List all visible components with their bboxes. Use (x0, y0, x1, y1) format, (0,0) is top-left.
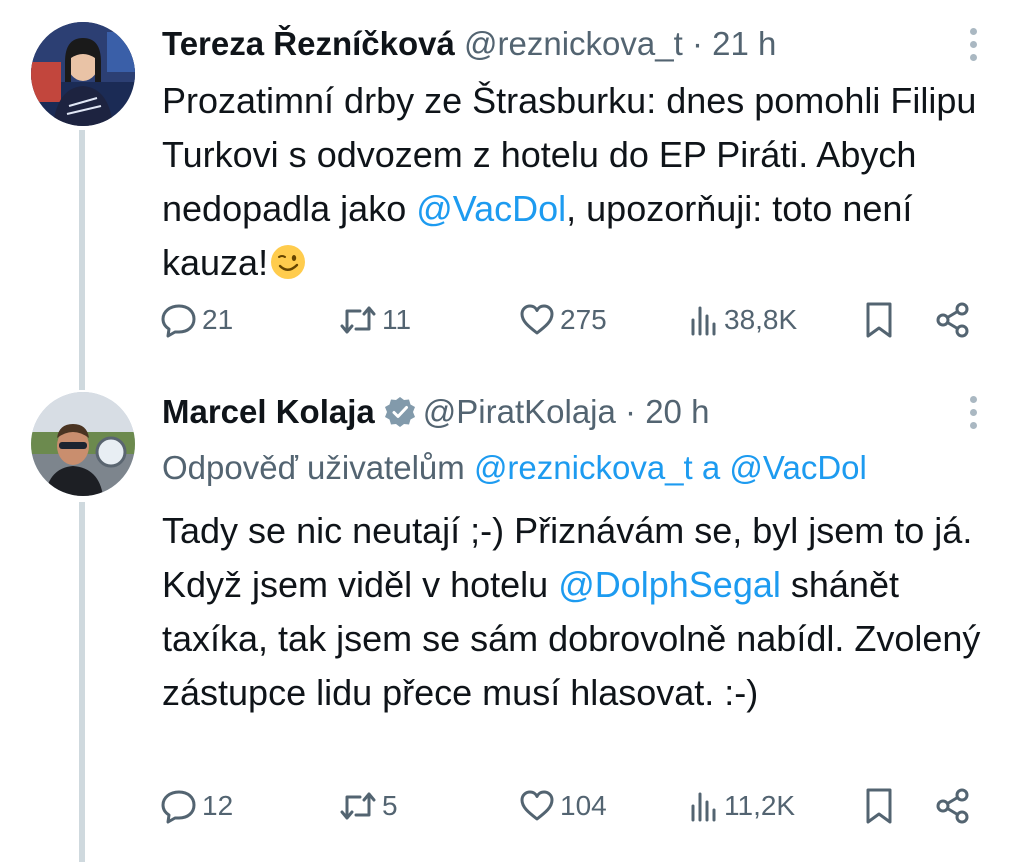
replying-and: a (692, 449, 730, 486)
reply-icon (161, 304, 196, 338)
reply-icon (161, 790, 196, 824)
tweet-text: Tady se nic neutají ;-) Přiznávám se, by… (162, 504, 992, 720)
reply-count: 12 (202, 790, 234, 821)
repost-icon (340, 792, 376, 820)
share-icon (936, 788, 969, 824)
views-count: 11,2K (724, 790, 796, 821)
repost-count: 5 (382, 790, 398, 821)
thread-line (79, 130, 85, 390)
thread-line (79, 502, 85, 862)
views-button[interactable]: 11,2K (688, 786, 795, 826)
action-bar: 21 11 275 38,8K (160, 300, 980, 340)
more-icon[interactable] (970, 28, 978, 62)
mention-link[interactable]: @reznickova_t (474, 449, 693, 486)
verified-icon (384, 397, 415, 427)
timestamp[interactable]: 20 h (645, 393, 709, 430)
more-icon[interactable] (970, 396, 978, 430)
like-count: 275 (560, 304, 607, 335)
views-icon (691, 792, 716, 822)
like-icon (520, 790, 554, 821)
repost-button[interactable]: 11 (338, 300, 411, 340)
replying-to: Odpověď uživatelům @reznickova_t a @VacD… (162, 448, 867, 488)
action-bar: 12 5 104 11,2K (160, 786, 980, 826)
timestamp[interactable]: 21 h (712, 25, 776, 62)
mention-link[interactable]: @VacDol (416, 188, 566, 229)
tweet[interactable]: Marcel Kolaja @PiratKolaja · 20 h Odpově… (0, 380, 1024, 862)
bookmark-icon (866, 302, 892, 338)
views-count: 38,8K (724, 304, 798, 335)
reply-button[interactable]: 12 (160, 786, 233, 826)
author-handle[interactable]: @reznickova_t (464, 25, 683, 62)
share-button[interactable] (934, 786, 972, 826)
separator: · (691, 25, 703, 62)
tweet-header: Tereza Řezníčková @reznickova_t · 21 h (162, 24, 776, 64)
mention-link[interactable]: @DolphSegal (558, 564, 781, 605)
bookmark-button[interactable] (863, 300, 895, 340)
like-button[interactable]: 275 (518, 300, 607, 340)
views-button[interactable]: 38,8K (688, 300, 797, 340)
views-icon (691, 306, 716, 336)
author-handle[interactable]: @PiratKolaja (423, 393, 616, 430)
repost-button[interactable]: 5 (338, 786, 398, 826)
reply-button[interactable]: 21 (160, 300, 233, 340)
replying-prefix: Odpověď uživatelům (162, 449, 474, 486)
repost-icon (340, 306, 376, 334)
bookmark-icon (866, 788, 892, 824)
like-count: 104 (560, 790, 607, 821)
author-name[interactable]: Tereza Řezníčková (162, 25, 455, 62)
separator: · (625, 393, 637, 430)
tweet[interactable]: Tereza Řezníčková @reznickova_t · 21 h P… (0, 0, 1024, 390)
tweet-header: Marcel Kolaja @PiratKolaja · 20 h (162, 392, 709, 432)
mention-link[interactable]: @VacDol (729, 449, 866, 486)
reply-count: 21 (202, 304, 234, 335)
avatar[interactable] (31, 22, 135, 126)
share-icon (936, 302, 969, 338)
like-icon (520, 304, 554, 335)
author-name[interactable]: Marcel Kolaja (162, 393, 375, 430)
winking-face-emoji-icon (271, 245, 306, 279)
avatar[interactable] (31, 392, 135, 496)
like-button[interactable]: 104 (518, 786, 607, 826)
share-button[interactable] (934, 300, 972, 340)
bookmark-button[interactable] (863, 786, 895, 826)
repost-count: 11 (382, 304, 412, 335)
tweet-text: Prozatimní drby ze Štrasburku: dnes pomo… (162, 74, 992, 290)
